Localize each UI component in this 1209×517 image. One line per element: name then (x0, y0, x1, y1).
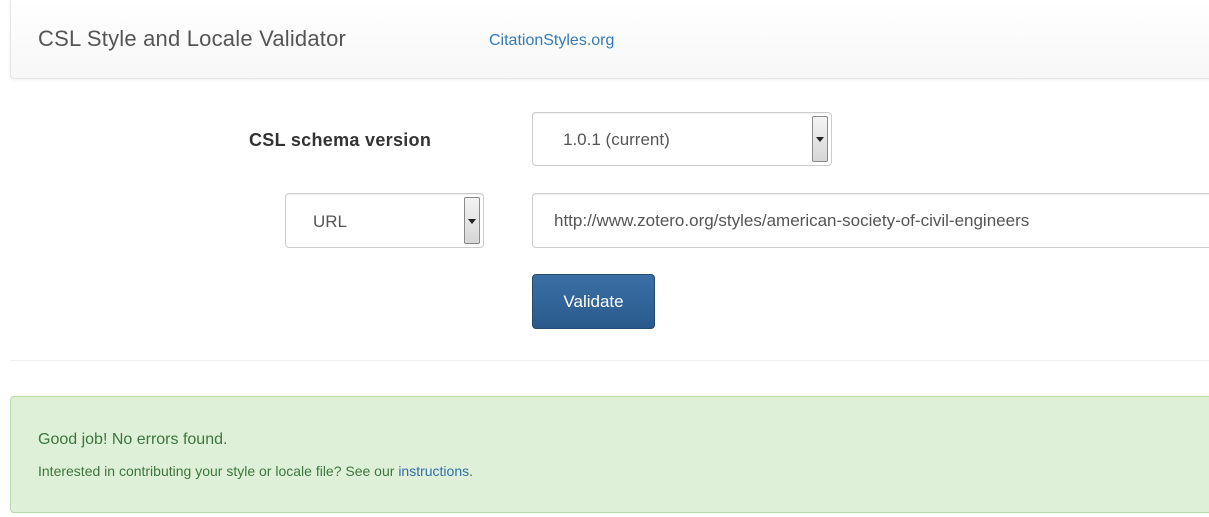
chevron-down-icon[interactable] (812, 116, 828, 162)
brand-title[interactable]: CSL Style and Locale Validator (38, 26, 346, 52)
url-input[interactable]: http://www.zotero.org/styles/american-so… (532, 193, 1209, 248)
source-type-select[interactable]: URL (285, 193, 484, 248)
source-type-value: URL (313, 212, 348, 231)
schema-version-label: CSL schema version (249, 130, 432, 150)
validate-button[interactable]: Validate (532, 274, 655, 329)
citationstyles-link[interactable]: CitationStyles.org (489, 32, 614, 50)
alert-title: Good job! No errors found. (38, 431, 228, 448)
schema-version-value: 1.0.1 (current) (563, 130, 670, 149)
navbar: CSL Style and Locale Validator CitationS… (10, 0, 1209, 79)
divider (10, 360, 1209, 361)
success-alert: Good job! No errors found. Interested in… (10, 396, 1209, 513)
instructions-link[interactable]: instructions (398, 463, 469, 479)
schema-version-select[interactable]: 1.0.1 (current) (532, 112, 832, 166)
chevron-down-icon[interactable] (464, 197, 480, 244)
alert-message: Interested in contributing your style or… (38, 463, 473, 479)
alert-message-text: Interested in contributing your style or… (38, 463, 399, 479)
alert-message-end: . (469, 463, 474, 479)
